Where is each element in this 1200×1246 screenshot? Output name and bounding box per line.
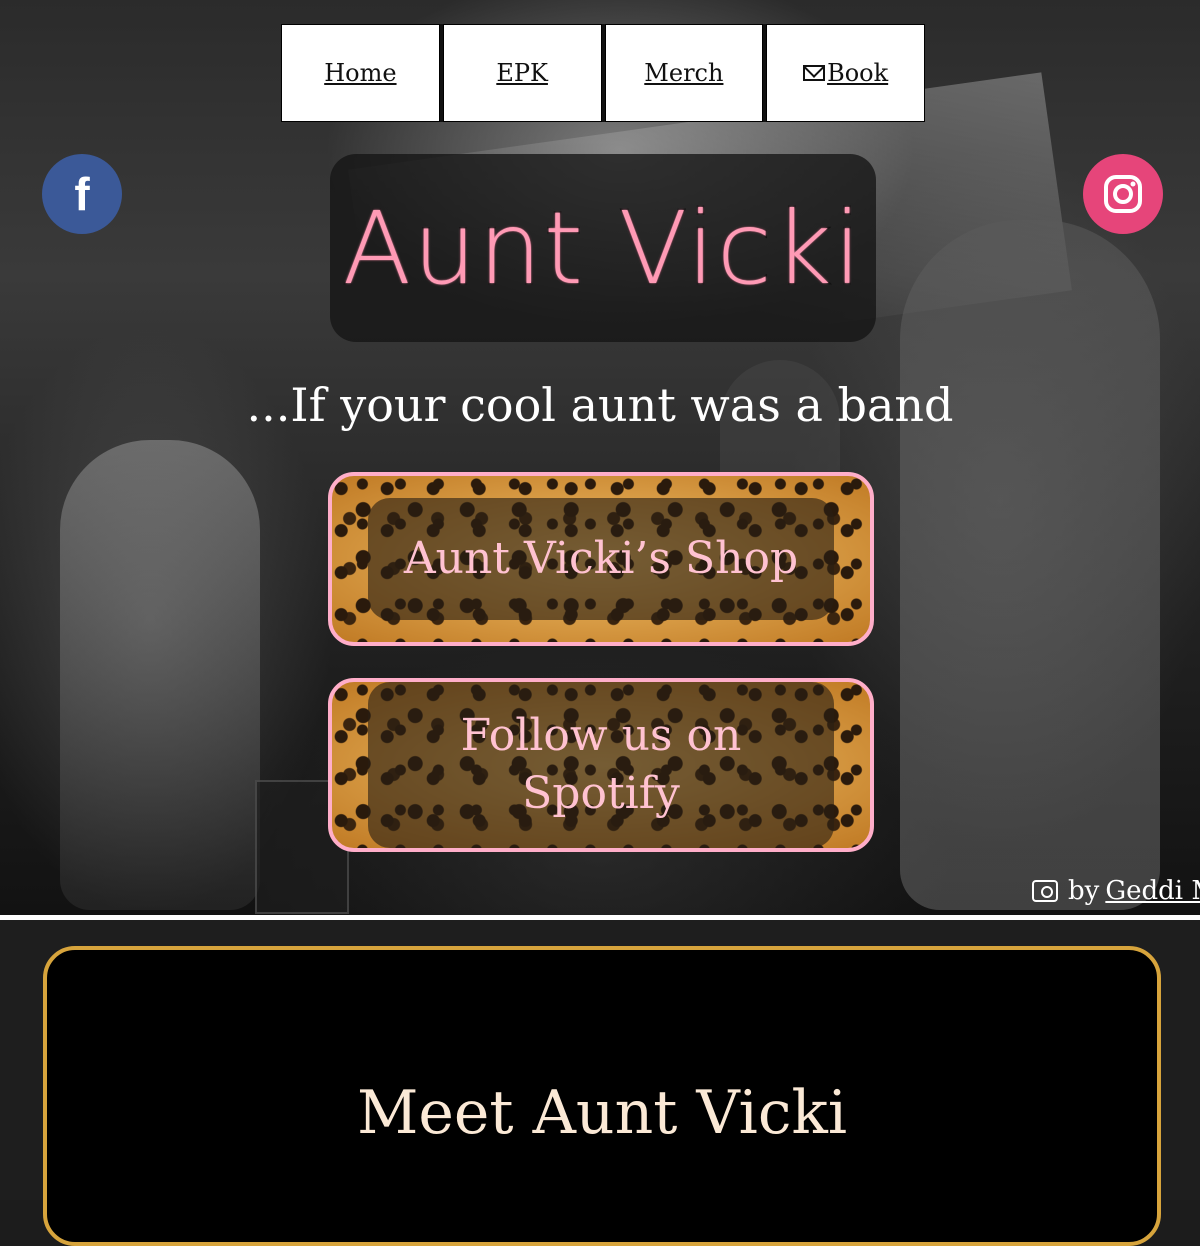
spotify-button-label: Follow us on Spotify xyxy=(368,682,834,848)
mail-icon xyxy=(803,65,826,81)
tagline: ...If your cool aunt was a band xyxy=(246,378,954,432)
title-box: Aunt Vicki xyxy=(330,154,876,342)
spotify-button[interactable]: Follow us on Spotify xyxy=(328,678,874,852)
shop-button-label: Aunt Vicki’s Shop xyxy=(368,498,834,620)
main-nav: Home EPK Merch Book xyxy=(281,24,925,122)
band-member-guitarist-left xyxy=(60,440,260,910)
hero-section: Home EPK Merch Book f Aunt Vicki ...If y… xyxy=(0,0,1200,915)
spotify-label-line1: Follow us on xyxy=(460,710,742,761)
photo-credit-link[interactable]: Geddi Mc xyxy=(1105,876,1200,906)
meet-title: Meet Aunt Vicki xyxy=(356,1078,848,1148)
nav-book[interactable]: Book xyxy=(766,24,925,122)
instagram-button[interactable] xyxy=(1083,154,1163,234)
shop-button[interactable]: Aunt Vicki’s Shop xyxy=(328,472,874,646)
nav-book-label: Book xyxy=(827,59,889,87)
nav-epk-label: EPK xyxy=(496,59,548,87)
facebook-icon: f xyxy=(74,168,90,220)
instagram-icon xyxy=(1104,175,1142,213)
nav-home[interactable]: Home xyxy=(281,24,440,122)
nav-epk[interactable]: EPK xyxy=(442,24,602,122)
camera-icon xyxy=(1032,880,1058,902)
nav-merch-label: Merch xyxy=(644,59,724,87)
spotify-label-line2: Spotify xyxy=(522,768,680,819)
meet-section: Meet Aunt Vicki xyxy=(0,920,1200,1246)
band-member-guitarist-right xyxy=(900,220,1160,910)
band-title: Aunt Vicki xyxy=(341,188,864,308)
photo-credit-prefix: by xyxy=(1068,876,1100,906)
photo-credit: by Geddi Mc xyxy=(1032,876,1200,906)
nav-home-label: Home xyxy=(324,59,397,87)
facebook-button[interactable]: f xyxy=(42,154,122,234)
nav-merch[interactable]: Merch xyxy=(604,24,764,122)
meet-card: Meet Aunt Vicki xyxy=(43,946,1161,1246)
